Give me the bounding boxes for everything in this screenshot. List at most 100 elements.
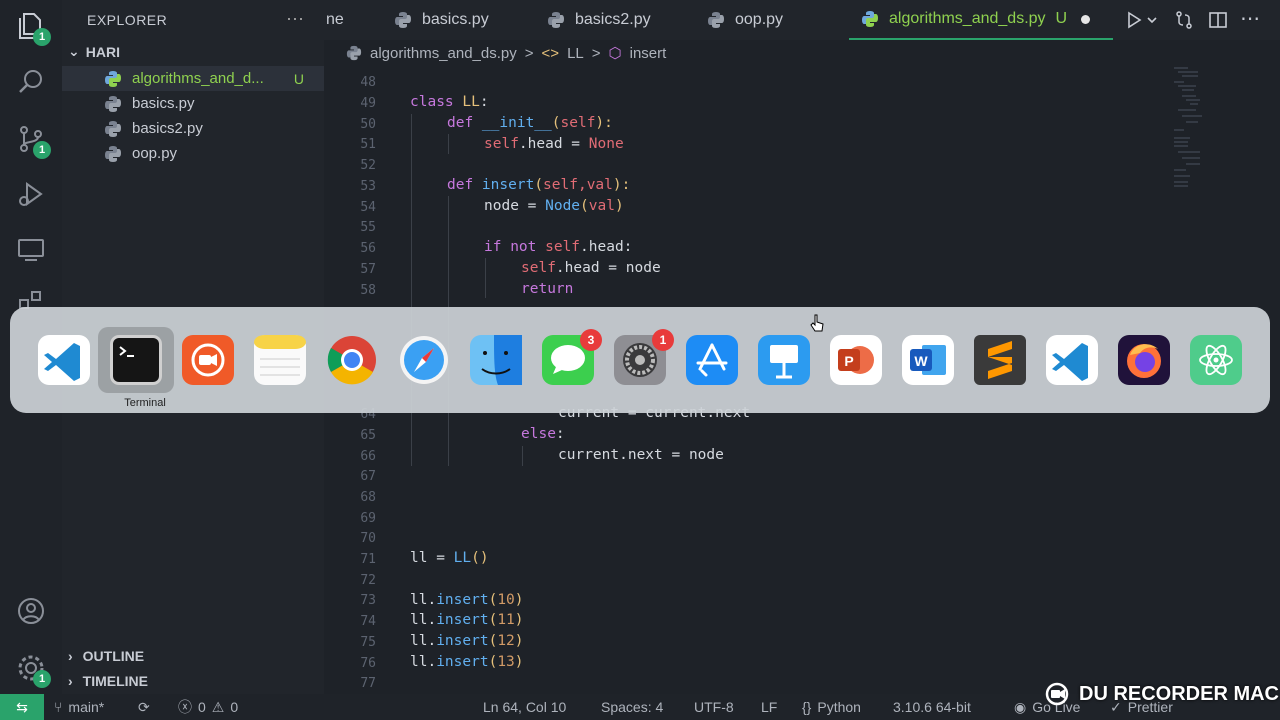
dock-app-notes[interactable] <box>252 335 308 385</box>
more-actions-icon[interactable]: ⋯ <box>1240 6 1260 30</box>
token: else <box>521 426 556 442</box>
remote-indicator[interactable]: ⇆ <box>0 694 44 720</box>
line-number: 68 <box>360 490 376 505</box>
code-line: ll.insert(10) <box>410 592 524 608</box>
branch-indicator[interactable]: ⑂ main* <box>54 694 104 720</box>
search-icon[interactable] <box>15 66 47 98</box>
dock-tooltip-label: Terminal <box>124 397 166 409</box>
unsaved-dot-icon[interactable] <box>1081 14 1091 24</box>
line-number: 73 <box>360 593 376 608</box>
token: insert <box>436 654 489 670</box>
code-line: if not self.head: <box>484 239 632 255</box>
file-item-algorithms[interactable]: algorithms_and_d... U <box>62 66 324 91</box>
line-number: 57 <box>360 262 376 277</box>
python-file-icon <box>395 12 411 28</box>
dock-app-keynote[interactable] <box>756 335 812 385</box>
line-number: 51 <box>360 137 376 152</box>
breadcrumb-class[interactable]: LL <box>567 45 584 62</box>
python-file-icon <box>862 11 878 27</box>
svg-text:P: P <box>844 353 853 369</box>
svg-text:W: W <box>914 353 928 369</box>
dock-app-safari[interactable] <box>396 335 452 385</box>
outline-section[interactable]: › OUTLINE <box>68 648 144 664</box>
token: insert <box>481 177 535 193</box>
tab-label: algorithms_and_ds.py <box>889 10 1046 27</box>
tab-truncated[interactable]: ne <box>326 0 344 40</box>
dock-app-word[interactable]: W <box>900 335 956 385</box>
run-icon[interactable] <box>1124 10 1144 30</box>
dock-app-app-store[interactable] <box>684 335 740 385</box>
run-debug-icon[interactable] <box>15 178 47 210</box>
token: insert <box>436 612 489 628</box>
line-number: 66 <box>360 449 376 464</box>
class-symbol-icon: <> <box>541 44 560 62</box>
dock-app-finder[interactable] <box>468 335 524 385</box>
outline-label: OUTLINE <box>82 648 145 664</box>
dock-app-firefox[interactable] <box>1116 335 1172 385</box>
recorder-watermark: DU RECORDER MAC <box>1045 682 1279 706</box>
token: ): <box>595 115 613 131</box>
token: self <box>560 115 596 131</box>
dock-app-atom[interactable] <box>1188 335 1244 385</box>
token: LL <box>453 550 472 566</box>
minimap[interactable] <box>1170 66 1220 196</box>
compare-changes-icon[interactable] <box>1174 10 1194 30</box>
token: 13 <box>497 654 515 670</box>
macos-dock: 3 1 P W Terminal <box>10 307 1270 413</box>
chevron-down-icon: ⌄ <box>68 43 80 59</box>
file-name: basics2.py <box>132 120 203 137</box>
dock-app-powerpoint[interactable]: P <box>828 335 884 385</box>
encoding[interactable]: UTF-8 <box>694 694 734 720</box>
token: self <box>545 239 581 255</box>
python-interpreter[interactable]: 3.10.6 64-bit <box>893 694 971 720</box>
notification-badge: 1 <box>652 329 674 351</box>
remote-explorer-icon[interactable] <box>15 234 47 266</box>
indentation[interactable]: Spaces: 4 <box>601 694 663 720</box>
code-line: ll.insert(11) <box>410 612 524 628</box>
editor-tabs: ne basics.py basics2.py oop.py algorithm… <box>324 0 1280 40</box>
python-file-icon <box>105 120 121 137</box>
token: 12 <box>497 633 515 649</box>
problems-indicator[interactable]: ⓧ 0 ⚠ 0 <box>178 694 238 720</box>
timeline-label: TIMELINE <box>82 673 149 689</box>
token: ll. <box>410 633 437 649</box>
split-editor-icon[interactable] <box>1208 10 1228 30</box>
video-camera-icon <box>1045 682 1069 706</box>
file-item-basics[interactable]: basics.py <box>62 91 324 116</box>
language-mode[interactable]: {} Python <box>802 694 861 720</box>
chevron-down-icon[interactable] <box>1146 10 1158 30</box>
dock-app-system-preferences[interactable]: 1 <box>612 329 674 385</box>
end-of-line[interactable]: LF <box>761 694 777 720</box>
dock-app-vscode-2[interactable] <box>1044 335 1100 385</box>
dock-app-terminal[interactable] <box>108 335 164 385</box>
account-icon[interactable] <box>15 595 47 627</box>
scm-badge: 1 <box>33 141 51 159</box>
tab-oop[interactable]: oop.py <box>707 0 783 40</box>
breadcrumb-method[interactable]: insert <box>630 45 667 62</box>
tab-algorithms[interactable]: algorithms_and_ds.py U <box>849 0 1113 40</box>
timeline-section[interactable]: › TIMELINE <box>68 673 148 689</box>
breadcrumb-file[interactable]: algorithms_and_ds.py <box>370 45 517 62</box>
dock-app-vscode[interactable] <box>36 335 92 385</box>
dock-app-du-recorder[interactable] <box>180 335 236 385</box>
explorer-icon[interactable]: 1 <box>15 10 51 46</box>
dock-app-chrome[interactable] <box>324 335 380 385</box>
file-item-basics2[interactable]: basics2.py <box>62 116 324 141</box>
source-control-icon[interactable]: 1 <box>15 123 51 159</box>
line-number: 58 <box>360 283 376 298</box>
cursor-position[interactable]: Ln 64, Col 10 <box>483 694 566 720</box>
token: val <box>588 198 615 214</box>
notes-icon <box>254 335 306 385</box>
folder-hari[interactable]: ⌄ HARI <box>68 43 120 60</box>
tab-basics2[interactable]: basics2.py <box>547 0 651 40</box>
more-actions-icon[interactable]: ··· <box>286 8 304 29</box>
dock-app-sublime-text[interactable] <box>972 335 1028 385</box>
sync-icon: ⟳ <box>138 698 150 715</box>
chrome-icon <box>327 336 376 385</box>
file-item-oop[interactable]: oop.py <box>62 141 324 166</box>
python-file-icon <box>105 145 121 162</box>
settings-gear-icon[interactable]: 1 <box>15 652 51 688</box>
sync-button[interactable]: ⟳ <box>138 694 150 720</box>
tab-basics[interactable]: basics.py <box>394 0 489 40</box>
dock-app-messages[interactable]: 3 <box>540 329 602 385</box>
